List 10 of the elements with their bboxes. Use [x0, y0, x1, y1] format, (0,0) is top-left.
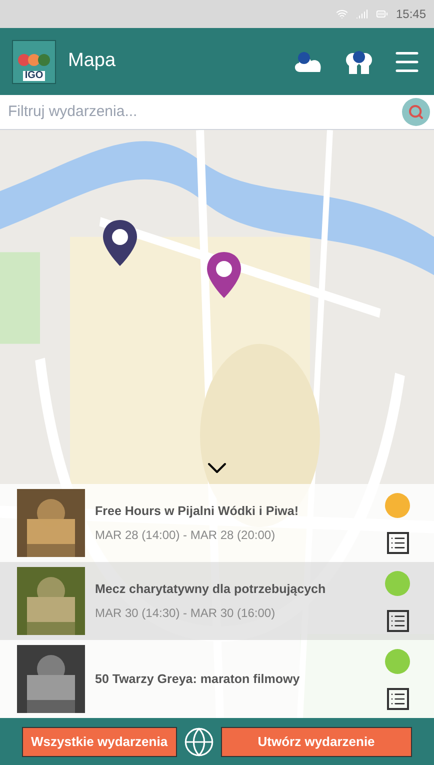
- search-field[interactable]: Filtruj wydarzenia...: [8, 100, 402, 124]
- search-button[interactable]: [402, 98, 430, 126]
- app-logo[interactable]: IGO: [12, 40, 56, 84]
- battery-icon: [376, 8, 388, 20]
- search-icon: [408, 104, 424, 120]
- globe-icon[interactable]: [182, 726, 215, 758]
- clock: 15:45: [396, 6, 426, 23]
- logo-text: IGO: [22, 70, 46, 80]
- screen-title: Mapa: [68, 49, 116, 74]
- people-alert-icon[interactable]: [344, 50, 374, 74]
